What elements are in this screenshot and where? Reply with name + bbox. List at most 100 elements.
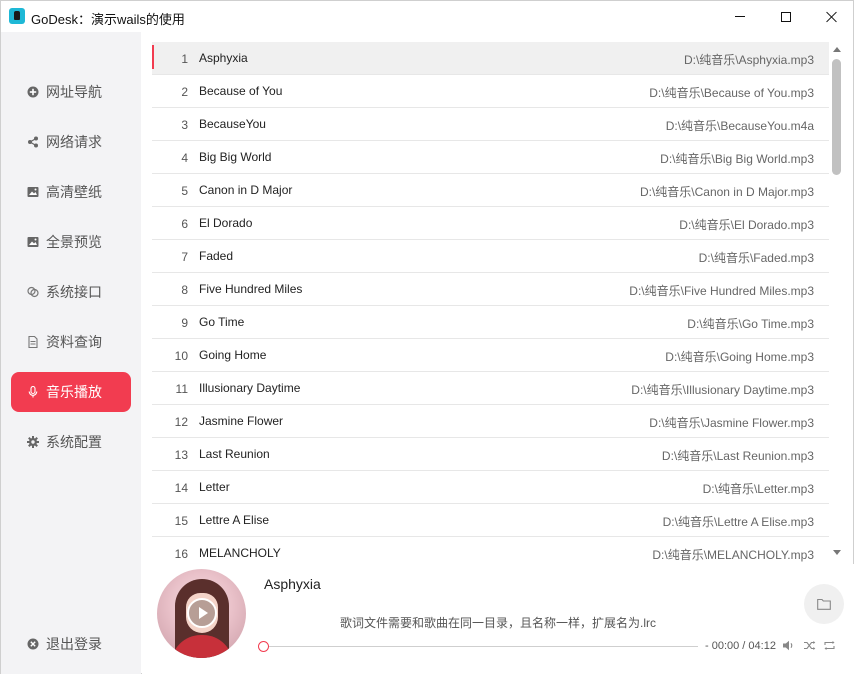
song-path: D:\纯音乐\Asphyxia.mp3	[683, 53, 814, 67]
scroll-up-icon[interactable]	[833, 47, 841, 52]
sidebar-item-panorama[interactable]: 全景预览	[11, 222, 131, 262]
song-row[interactable]: 13 Last Reunion D:\纯音乐\Last Reunion.mp3	[152, 438, 829, 471]
song-row[interactable]: 12 Jasmine Flower D:\纯音乐\Jasmine Flower.mp…	[152, 405, 829, 438]
song-path: D:\纯音乐\MELANCHOLY.mp3	[652, 548, 814, 562]
song-row[interactable]: 15 Lettre A Elise D:\纯音乐\Lettre A Elise.mp…	[152, 504, 829, 537]
open-folder-button[interactable]	[804, 584, 844, 624]
song-row[interactable]: 2 Because of You D:\纯音乐\Because of You.mp3	[152, 75, 829, 108]
progress-knob[interactable]	[258, 641, 269, 652]
close-button[interactable]	[809, 1, 854, 32]
minimize-icon	[735, 16, 745, 17]
logout-label: 退出登录	[46, 636, 102, 652]
repeat-icon[interactable]	[823, 639, 836, 652]
song-index: 8	[181, 283, 188, 297]
song-row[interactable]: 8 Five Hundred Miles D:\纯音乐\Five Hundred M…	[152, 273, 829, 306]
song-name: Last Reunion	[199, 447, 270, 461]
song-index: 3	[181, 118, 188, 132]
song-index: 4	[181, 151, 188, 165]
song-path: D:\纯音乐\El Dorado.mp3	[679, 218, 814, 232]
sidebar-item-documents[interactable]: 资料查询	[11, 322, 131, 362]
song-row[interactable]: 14 Letter D:\纯音乐\Letter.mp3	[152, 471, 829, 504]
logout-button[interactable]: 退出登录	[11, 624, 131, 664]
song-path: D:\纯音乐\Five Hundred Miles.mp3	[629, 284, 814, 298]
share-icon	[27, 136, 39, 148]
song-row[interactable]: 5 Canon in D Major D:\纯音乐\Canon in D Major…	[152, 174, 829, 207]
progress-bar[interactable]	[260, 646, 698, 647]
maximize-icon	[781, 11, 791, 22]
song-name: Illusionary Daytime	[199, 381, 301, 395]
album-cover	[157, 569, 246, 658]
image-icon	[27, 186, 39, 198]
sidebar-item-wallpaper[interactable]: 高清壁纸	[11, 172, 131, 212]
song-name: Going Home	[199, 348, 267, 362]
song-row[interactable]: 1 Asphyxia D:\纯音乐\Asphyxia.mp3	[152, 42, 829, 75]
sidebar-item-label: 网络请求	[46, 134, 102, 150]
sidebar-item-system-api[interactable]: 系统接口	[11, 272, 131, 312]
song-row[interactable]: 11 Illusionary Daytime D:\纯音乐\Illusionary …	[152, 372, 829, 405]
song-index: 9	[181, 316, 188, 330]
close-circle-icon	[27, 638, 39, 650]
song-row[interactable]: 16 MELANCHOLY D:\纯音乐\MELANCHOLY.mp3	[152, 537, 829, 564]
sidebar: 网址导航 网络请求 高清壁纸 全景预览 系统接口 资料查询 音乐播放 系统配置 …	[1, 32, 141, 674]
song-path: D:\纯音乐\Because of You.mp3	[649, 86, 814, 100]
song-index: 1	[181, 52, 188, 66]
sidebar-item-music[interactable]: 音乐播放	[11, 372, 131, 412]
song-name: Five Hundred Miles	[199, 282, 303, 296]
sidebar-item-bookmarks[interactable]: 网址导航	[11, 72, 131, 112]
song-index: 12	[174, 415, 188, 429]
song-index: 13	[174, 448, 188, 462]
song-row[interactable]: 9 Go Time D:\纯音乐\Go Time.mp3	[152, 306, 829, 339]
song-path: D:\纯音乐\Illusionary Daytime.mp3	[631, 383, 814, 397]
song-path: D:\纯音乐\BecauseYou.m4a	[665, 119, 814, 133]
song-index: 5	[181, 184, 188, 198]
window-title: GoDesk：演示wails的使用	[31, 12, 185, 27]
time-display: - 00:00 / 04:12	[705, 640, 776, 652]
sidebar-item-label: 网址导航	[46, 84, 102, 100]
song-row[interactable]: 6 El Dorado D:\纯音乐\El Dorado.mp3	[152, 207, 829, 240]
sidebar-item-label: 音乐播放	[46, 384, 102, 400]
document-icon	[27, 336, 39, 348]
song-name: Go Time	[199, 315, 245, 329]
song-path: D:\纯音乐\Lettre A Elise.mp3	[662, 515, 814, 529]
song-path: D:\纯音乐\Faded.mp3	[698, 251, 814, 265]
song-path: D:\纯音乐\Letter.mp3	[702, 482, 814, 496]
sidebar-item-settings[interactable]: 系统配置	[11, 422, 131, 462]
sidebar-item-network[interactable]: 网络请求	[11, 122, 131, 162]
song-index: 7	[181, 250, 188, 264]
song-row[interactable]: 3 BecauseYou D:\纯音乐\BecauseYou.m4a	[152, 108, 829, 141]
scroll-down-icon[interactable]	[833, 550, 841, 555]
song-index: 14	[174, 481, 188, 495]
song-name: Because of You	[199, 84, 283, 98]
sidebar-item-label: 系统接口	[46, 284, 102, 300]
song-name: Faded	[199, 249, 234, 263]
song-name: BecauseYou	[199, 117, 266, 131]
song-index: 6	[181, 217, 188, 231]
song-row[interactable]: 7 Faded D:\纯音乐\Faded.mp3	[152, 240, 829, 273]
music-player: Asphyxia 歌词文件需要和歌曲在同一目录，且名称一样，扩展名为.lrc -…	[142, 564, 854, 674]
close-icon	[826, 11, 838, 23]
song-path: D:\纯音乐\Jasmine Flower.mp3	[649, 416, 814, 430]
song-name: El Dorado	[199, 216, 253, 230]
song-row[interactable]: 10 Going Home D:\纯音乐\Going Home.mp3	[152, 339, 829, 372]
sidebar-item-label: 系统配置	[46, 434, 102, 450]
song-index: 16	[174, 547, 188, 561]
app-window: GoDesk：演示wails的使用 网址导航 网络请求 高清壁纸 全景预览 系统…	[0, 0, 854, 674]
song-path: D:\纯音乐\Going Home.mp3	[665, 350, 814, 364]
song-path: D:\纯音乐\Go Time.mp3	[687, 317, 814, 331]
song-path: D:\纯音乐\Canon in D Major.mp3	[639, 185, 814, 199]
folder-icon	[817, 598, 831, 610]
shuffle-icon[interactable]	[803, 639, 816, 652]
minimize-button[interactable]	[717, 1, 763, 32]
title-bar[interactable]: GoDesk：演示wails的使用	[1, 1, 853, 32]
list-scrollbar[interactable]	[829, 42, 846, 564]
song-path: D:\纯音乐\Big Big World.mp3	[660, 152, 814, 166]
scroll-thumb[interactable]	[832, 59, 841, 175]
maximize-button[interactable]	[763, 1, 809, 32]
play-icon[interactable]	[187, 598, 217, 628]
song-row[interactable]: 4 Big Big World D:\纯音乐\Big Big World.mp3	[152, 141, 829, 174]
volume-icon[interactable]	[782, 639, 795, 652]
song-name: Lettre A Elise	[199, 513, 270, 527]
microphone-icon	[27, 386, 39, 398]
song-name: MELANCHOLY	[199, 546, 281, 560]
song-name: Jasmine Flower	[199, 414, 284, 428]
